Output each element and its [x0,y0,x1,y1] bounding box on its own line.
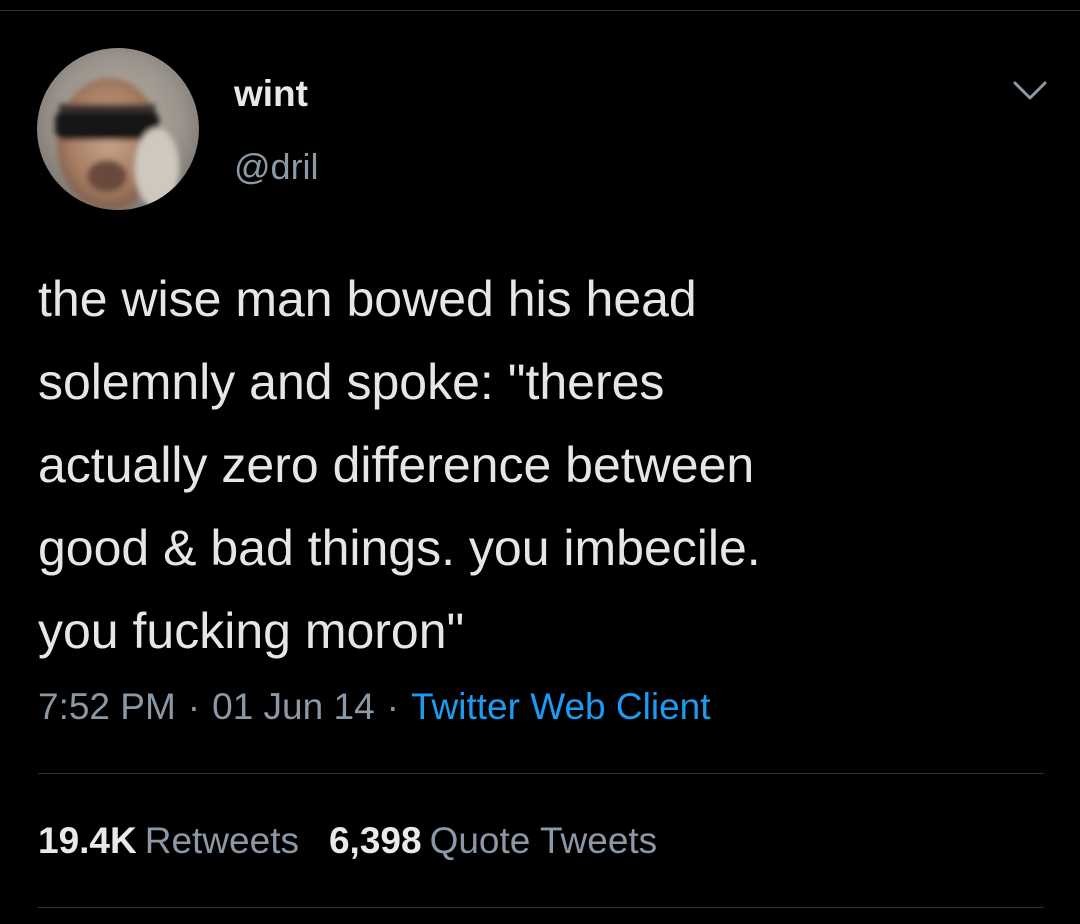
quote-tweets-stat[interactable]: 6,398 Quote Tweets [329,820,657,862]
retweets-label: Retweets [144,820,299,861]
avatar-photo [37,48,199,210]
divider [38,773,1044,774]
quote-tweets-label: Quote Tweets [429,820,658,861]
author-display-name[interactable]: wint [234,73,308,115]
chevron-down-icon[interactable] [1012,80,1048,102]
top-divider [0,10,1080,11]
author-handle[interactable]: @dril [234,146,319,188]
separator: · [187,686,201,727]
tweet-text: the wise man bowed his head solemnly and… [38,271,761,659]
tweet-stats: 19.4K Retweets 6,398 Quote Tweets [38,820,687,862]
tweet-date[interactable]: 01 Jun 14 [212,686,375,727]
quote-tweets-count: 6,398 [328,820,422,861]
retweets-stat[interactable]: 19.4K Retweets [38,820,299,862]
retweets-count: 19.4K [38,820,137,861]
separator: · [386,686,399,727]
tweet-time[interactable]: 7:52 PM [38,686,176,727]
tweet-source-link[interactable]: Twitter Web Client [411,686,711,727]
tweet-meta: 7:52 PM · 01 Jun 14 · Twitter Web Client [38,686,711,728]
avatar[interactable] [37,48,199,210]
divider [38,907,1044,908]
